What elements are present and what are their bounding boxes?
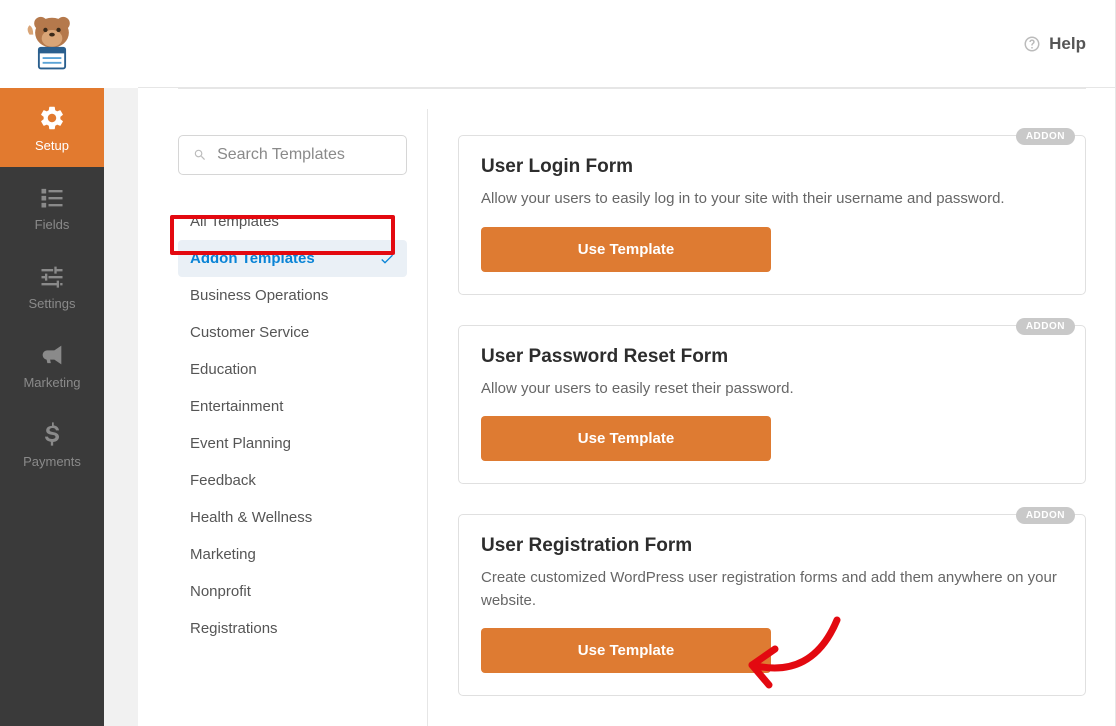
category-marketing[interactable]: Marketing <box>178 536 407 573</box>
category-health-wellness[interactable]: Health & Wellness <box>178 499 407 536</box>
gear-icon <box>38 104 66 132</box>
use-template-button[interactable]: Use Template <box>481 628 771 673</box>
search-icon <box>193 147 207 163</box>
search-templates[interactable] <box>178 135 407 175</box>
search-input[interactable] <box>217 146 392 164</box>
addon-badge: ADDON <box>1016 318 1075 335</box>
list-icon <box>38 183 66 211</box>
template-card-user-login: ADDON User Login Form Allow your users t… <box>458 135 1086 295</box>
nav-payments-label: Payments <box>23 454 81 469</box>
addon-badge: ADDON <box>1016 128 1075 145</box>
nav-fields[interactable]: Fields <box>0 167 104 246</box>
nav-setup-label: Setup <box>35 138 69 153</box>
use-template-button[interactable]: Use Template <box>481 416 771 461</box>
template-title: User Password Reset Form <box>481 346 1063 368</box>
check-icon <box>379 251 395 267</box>
scrollbar-track[interactable] <box>104 0 138 726</box>
category-list: All Templates Addon Templates Business O… <box>178 203 407 647</box>
nav-payments[interactable]: Payments <box>0 404 104 483</box>
category-feedback[interactable]: Feedback <box>178 462 407 499</box>
help-icon <box>1023 35 1041 53</box>
category-event-planning[interactable]: Event Planning <box>178 425 407 462</box>
main-content: Help All Templates Addon Templates Busin… <box>138 0 1116 726</box>
nav-marketing-label: Marketing <box>23 375 80 390</box>
category-business-operations[interactable]: Business Operations <box>178 277 407 314</box>
top-header: Help <box>138 0 1116 88</box>
use-template-button[interactable]: Use Template <box>481 227 771 272</box>
help-button[interactable]: Help <box>1023 34 1086 54</box>
wpforms-logo-icon <box>22 14 82 74</box>
nav-marketing[interactable]: Marketing <box>0 325 104 404</box>
template-list: ADDON User Login Form Allow your users t… <box>428 109 1116 726</box>
nav-settings[interactable]: Settings <box>0 246 104 325</box>
addon-badge: ADDON <box>1016 507 1075 524</box>
nav-settings-label: Settings <box>29 296 76 311</box>
nav-fields-label: Fields <box>35 217 70 232</box>
category-entertainment[interactable]: Entertainment <box>178 388 407 425</box>
category-registrations[interactable]: Registrations <box>178 610 407 647</box>
help-label: Help <box>1049 34 1086 54</box>
category-nonprofit[interactable]: Nonprofit <box>178 573 407 610</box>
category-panel: All Templates Addon Templates Business O… <box>138 109 428 726</box>
category-customer-service[interactable]: Customer Service <box>178 314 407 351</box>
bullhorn-icon <box>38 341 66 369</box>
category-education[interactable]: Education <box>178 351 407 388</box>
category-all-templates[interactable]: All Templates <box>178 203 407 240</box>
template-description: Allow your users to easily reset their p… <box>481 378 1063 401</box>
template-title: User Registration Form <box>481 535 1063 557</box>
template-card-user-registration: ADDON User Registration Form Create cust… <box>458 514 1086 696</box>
template-title: User Login Form <box>481 156 1063 178</box>
logo-area <box>0 0 104 88</box>
template-description: Create customized WordPress user registr… <box>481 567 1063 612</box>
category-addon-templates[interactable]: Addon Templates <box>178 240 407 277</box>
template-card-password-reset: ADDON User Password Reset Form Allow you… <box>458 325 1086 485</box>
template-description: Allow your users to easily log in to you… <box>481 188 1063 211</box>
nav-setup[interactable]: Setup <box>0 88 104 167</box>
dollar-icon <box>38 420 66 448</box>
sidebar-nav: Setup Fields Settings Marketing Payments <box>0 0 104 726</box>
sliders-icon <box>38 262 66 290</box>
